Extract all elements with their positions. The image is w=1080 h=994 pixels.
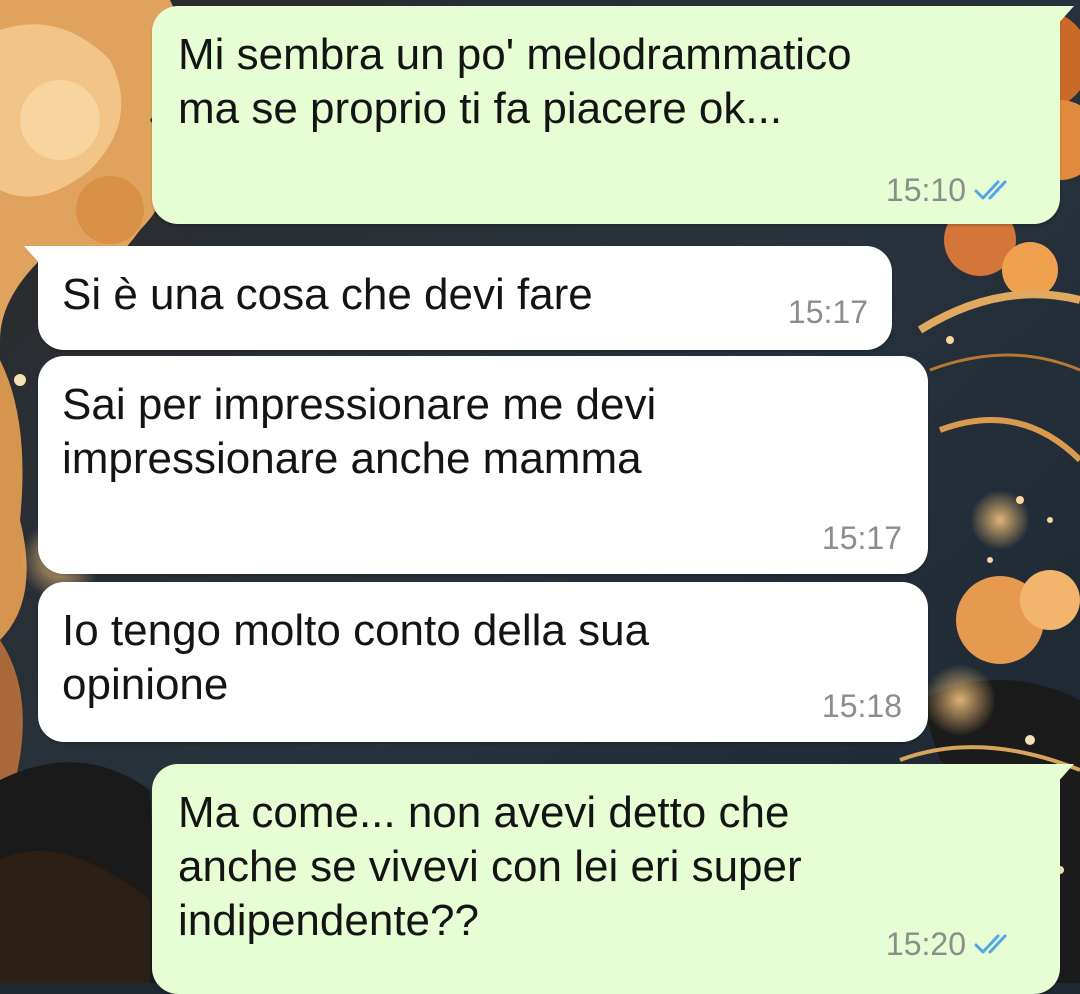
message-timestamp: 15:20 xyxy=(885,926,966,962)
bubble-tail xyxy=(24,246,42,266)
message-bubble-outgoing[interactable]: Mi sembra un po' melodrammatico ma se pr… xyxy=(152,6,1074,224)
message-bubble-incoming[interactable]: Io tengo molto conto della sua opinione … xyxy=(38,582,928,742)
bubble-tail xyxy=(1056,6,1074,26)
message-bubble-incoming[interactable]: Sai per impressionare me devi impression… xyxy=(38,356,928,574)
message-timestamp: 15:18 xyxy=(821,688,902,724)
message-timestamp: 15:17 xyxy=(787,294,868,330)
message-timestamp: 15:17 xyxy=(821,520,902,556)
bubble-tail xyxy=(1056,764,1074,784)
message-text: Si è una cosa che devi fare xyxy=(62,270,593,319)
message-text: Mi sembra un po' melodrammatico ma se pr… xyxy=(178,30,852,133)
double-check-icon xyxy=(974,180,1007,200)
message-text: Ma come... non avevi detto che anche se … xyxy=(178,788,802,945)
message-text: Io tengo molto conto della sua opinione xyxy=(62,606,650,709)
message-bubble-incoming[interactable]: Si è una cosa che devi fare 15:17 xyxy=(24,246,892,350)
message-bubble-outgoing[interactable]: Ma come... non avevi detto che anche se … xyxy=(152,764,1074,994)
double-check-icon xyxy=(974,934,1007,954)
message-text: Sai per impressionare me devi impression… xyxy=(62,380,657,483)
message-timestamp: 15:10 xyxy=(885,172,966,208)
